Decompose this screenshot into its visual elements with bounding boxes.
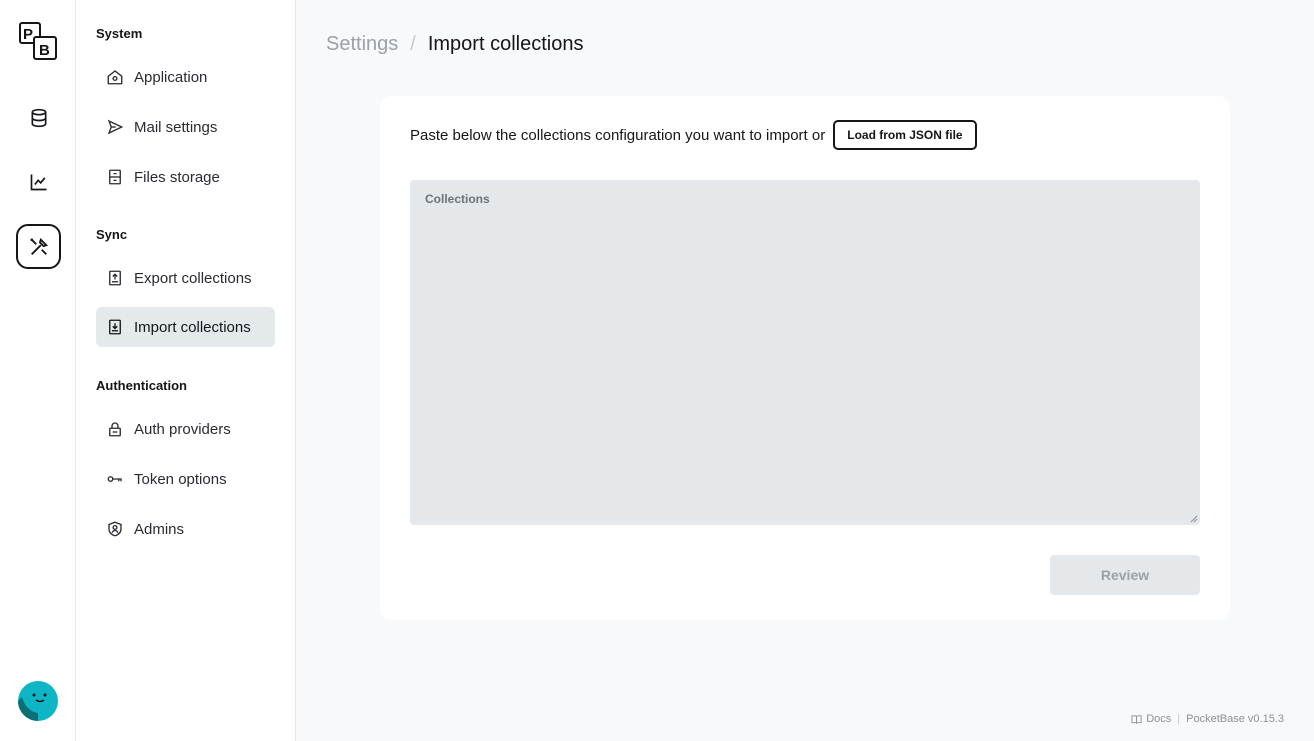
sidebar-item-mail-settings[interactable]: Mail settings [96, 107, 275, 147]
sidebar-item-import-collections[interactable]: Import collections [96, 307, 275, 347]
upload-box-icon [109, 270, 121, 286]
logo-letter-p: P [23, 26, 33, 43]
sidebar-item-label: Import collections [134, 318, 251, 336]
chart-line-icon [30, 174, 46, 190]
logo-letter-b: B [39, 42, 50, 59]
book-icon [1131, 714, 1142, 724]
send-plane-icon [107, 119, 124, 135]
app-rail: P B [0, 0, 76, 741]
sidebar-item-label: Admins [134, 520, 185, 538]
rail-collections-button[interactable] [16, 95, 61, 140]
sidebar-item-token-options[interactable]: Token options [96, 459, 275, 499]
sidebar-item-label: Auth providers [134, 420, 231, 438]
breadcrumb-separator: / [410, 33, 416, 55]
collections-field: Collections [410, 180, 1200, 525]
footer-divider: | [1177, 713, 1181, 725]
sidebar-item-auth-providers[interactable]: Auth providers [96, 409, 275, 449]
sidebar-item-label: Files storage [134, 168, 220, 186]
archive-drawer-icon [109, 169, 121, 185]
collections-textarea[interactable] [410, 210, 1200, 525]
avatar[interactable] [18, 681, 58, 721]
rail-logs-button[interactable] [16, 159, 61, 204]
breadcrumb-settings[interactable]: Settings [326, 33, 398, 56]
download-box-icon [109, 319, 121, 335]
pocketbase-logo[interactable]: P B [18, 21, 58, 61]
database-icon [31, 108, 46, 127]
page-title: Import collections [427, 33, 584, 55]
logo-icon: P B [19, 22, 57, 60]
load-json-file-button[interactable]: Load from JSON file [833, 120, 977, 150]
avatar-face-icon [18, 681, 58, 721]
sidebar-item-label: Token options [134, 470, 227, 488]
shield-user-icon [108, 521, 122, 537]
intro-row: Paste below the collections configuratio… [410, 120, 977, 150]
import-panel: Paste below the collections configuratio… [380, 96, 1230, 620]
main-content: Settings / Import collections Paste belo… [296, 0, 1314, 741]
intro-text: Paste below the collections configuratio… [410, 126, 826, 144]
resize-grip-icon[interactable] [1190, 515, 1198, 523]
sidebar-item-export-collections[interactable]: Export collections [96, 258, 275, 298]
section-title-sync: Sync [96, 227, 128, 242]
section-title-system: System [96, 26, 143, 41]
breadcrumb: Settings / Import collections [326, 33, 583, 56]
sidebar-item-files-storage[interactable]: Files storage [96, 157, 275, 197]
docs-label: Docs [1146, 713, 1172, 725]
key-icon [107, 476, 122, 482]
tools-icon [29, 237, 48, 255]
sidebar-item-label: Export collections [134, 269, 252, 287]
footer: Docs | PocketBase v0.15.3 [1131, 713, 1284, 725]
sidebar-item-application[interactable]: Application [96, 57, 275, 97]
home-gear-icon [107, 70, 123, 85]
docs-link[interactable]: Docs [1131, 713, 1171, 725]
rail-settings-button[interactable] [16, 224, 61, 269]
section-title-authentication: Authentication [96, 378, 187, 393]
sidebar-item-label: Mail settings [134, 118, 218, 136]
version-label[interactable]: PocketBase v0.15.3 [1186, 713, 1284, 725]
review-button[interactable]: Review [1050, 555, 1200, 595]
sidebar-item-admins[interactable]: Admins [96, 509, 275, 549]
settings-sidebar: System Application Mail settings Files s… [76, 0, 296, 741]
sidebar-item-label: Application [134, 68, 208, 86]
lock-icon [109, 422, 121, 437]
collections-field-label: Collections [425, 192, 490, 206]
